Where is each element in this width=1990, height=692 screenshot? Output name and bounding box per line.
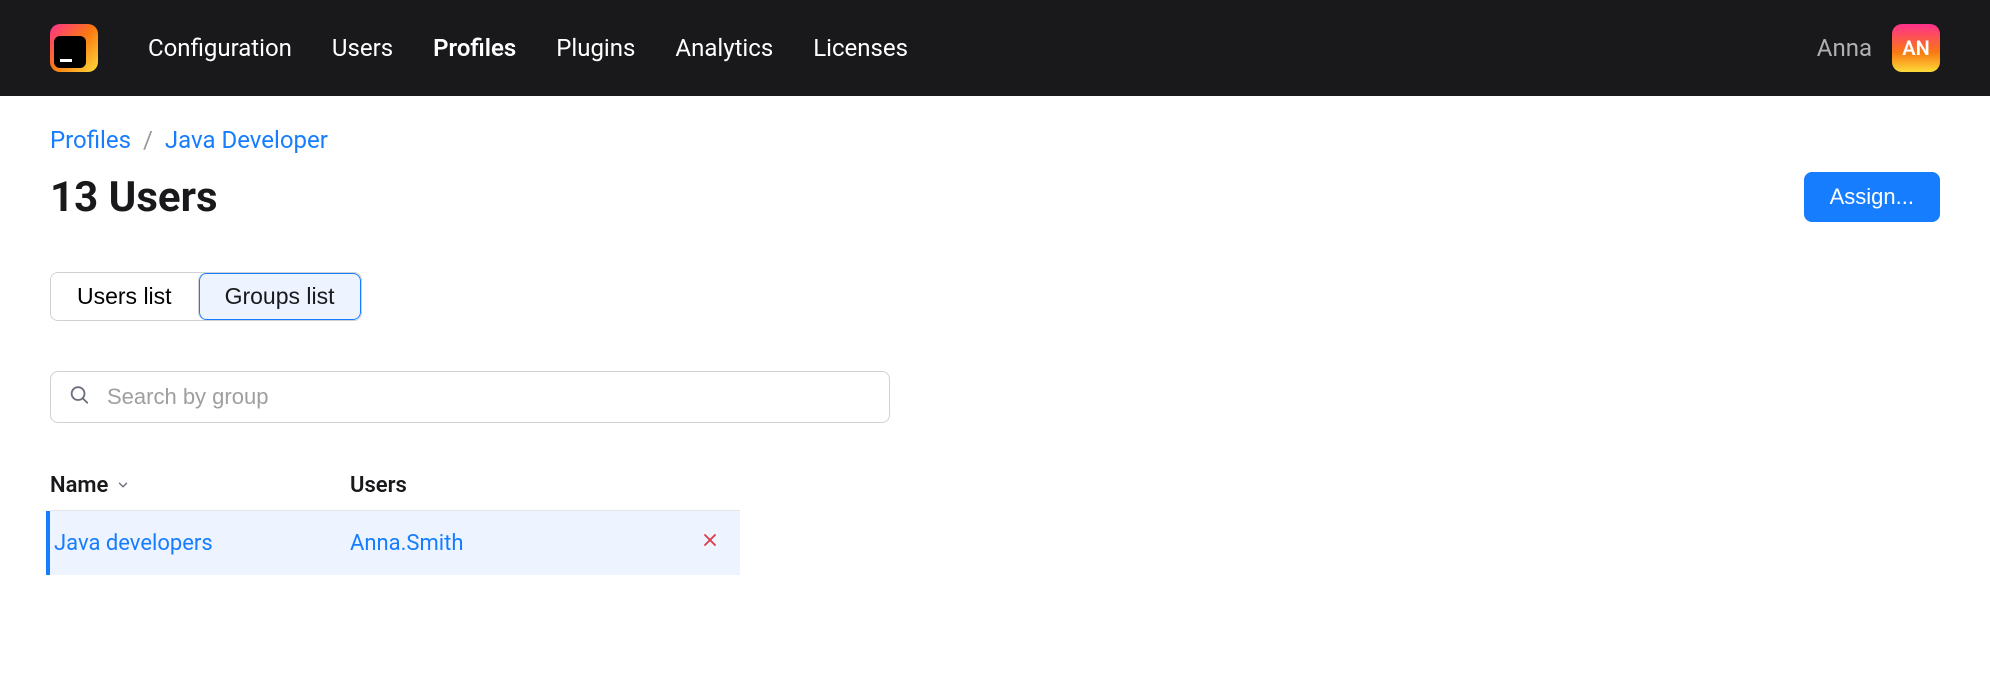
column-name[interactable]: Name xyxy=(50,473,350,498)
main-content: Profiles / Java Developer 13 Users Assig… xyxy=(0,96,1990,605)
nav-users[interactable]: Users xyxy=(332,34,393,62)
nav-profiles[interactable]: Profiles xyxy=(433,34,516,62)
nav-licenses[interactable]: Licenses xyxy=(813,34,908,62)
nav-plugins[interactable]: Plugins xyxy=(556,34,635,62)
page-title: 13 Users xyxy=(50,173,218,222)
title-row: 13 Users Assign... xyxy=(50,172,1940,222)
header-right: Anna AN xyxy=(1817,24,1940,72)
table-row[interactable]: Java developers Anna.Smith xyxy=(46,511,740,575)
breadcrumb-current[interactable]: Java Developer xyxy=(165,126,328,154)
breadcrumb-profiles[interactable]: Profiles xyxy=(50,126,131,154)
breadcrumb: Profiles / Java Developer xyxy=(50,126,1940,154)
column-name-label: Name xyxy=(50,473,108,498)
current-user-name[interactable]: Anna xyxy=(1817,34,1872,62)
groups-table: Name Users Java developers Anna.Smith xyxy=(50,473,740,575)
remove-icon[interactable] xyxy=(700,531,720,556)
column-users-label: Users xyxy=(350,473,407,498)
nav-analytics[interactable]: Analytics xyxy=(675,34,773,62)
nav-configuration[interactable]: Configuration xyxy=(148,34,292,62)
table-header: Name Users xyxy=(50,473,740,511)
breadcrumb-separator: / xyxy=(143,126,153,154)
chevron-down-icon xyxy=(116,473,130,498)
tab-groups-list[interactable]: Groups list xyxy=(198,273,361,320)
column-users[interactable]: Users xyxy=(350,473,740,498)
search-wrapper xyxy=(50,371,890,423)
search-input[interactable] xyxy=(50,371,890,423)
header-left: Configuration Users Profiles Plugins Ana… xyxy=(50,24,908,72)
search-icon xyxy=(68,384,90,411)
group-users-cell[interactable]: Anna.Smith xyxy=(350,531,680,556)
row-action-cell xyxy=(680,530,740,556)
tab-users-list[interactable]: Users list xyxy=(51,273,198,320)
list-tabs: Users list Groups list xyxy=(50,272,362,321)
app-logo[interactable] xyxy=(50,24,98,72)
group-name-cell[interactable]: Java developers xyxy=(50,531,350,556)
main-nav: Configuration Users Profiles Plugins Ana… xyxy=(148,34,908,62)
assign-button[interactable]: Assign... xyxy=(1804,172,1940,222)
app-header: Configuration Users Profiles Plugins Ana… xyxy=(0,0,1990,96)
avatar[interactable]: AN xyxy=(1892,24,1940,72)
